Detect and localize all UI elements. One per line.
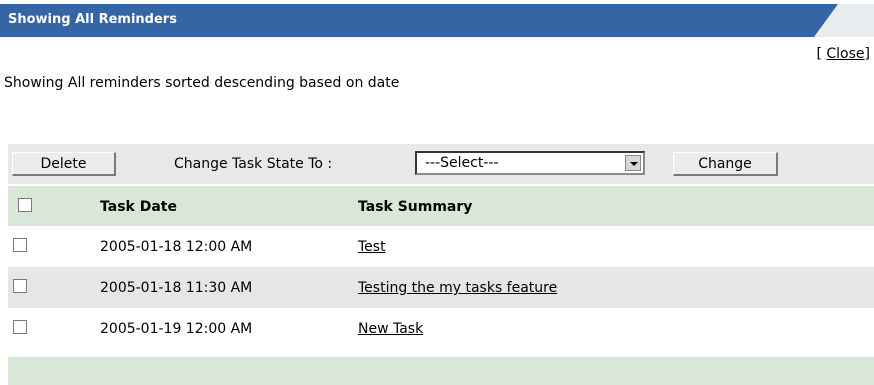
table-row: 2005-01-18 11:30 AM Testing the my tasks… — [8, 267, 874, 308]
table-header-row: Task Date Task Summary — [8, 186, 874, 226]
task-date-cell: 2005-01-18 12:00 AM — [100, 239, 253, 255]
table-row: 2005-01-18 12:00 AM Test — [8, 226, 874, 267]
reminders-table: Task Date Task Summary 2005-01-18 12:00 … — [8, 186, 874, 349]
delete-button[interactable]: Delete — [12, 152, 116, 176]
row-checkbox[interactable] — [13, 238, 27, 252]
close-bracket-open: [ — [816, 46, 827, 62]
close-link[interactable]: Close — [826, 46, 864, 62]
task-state-select-value: ---Select--- — [425, 155, 499, 171]
panel-title: Showing All Reminders — [8, 12, 177, 27]
panel-header: Showing All Reminders — [0, 0, 874, 40]
task-date-cell: 2005-01-19 12:00 AM — [100, 321, 253, 337]
close-bracket-close: ] — [864, 46, 870, 62]
row-checkbox[interactable] — [13, 320, 27, 334]
table-row: 2005-01-19 12:00 AM New Task — [8, 308, 874, 349]
row-checkbox[interactable] — [13, 279, 27, 293]
column-header-task-date: Task Date — [100, 199, 177, 215]
table-footer — [8, 357, 874, 385]
task-state-select[interactable]: ---Select--- — [415, 151, 645, 175]
close-link-wrap: [ Close] — [816, 46, 870, 62]
action-toolbar: Delete Change Task State To : ---Select-… — [8, 144, 874, 184]
select-all-checkbox[interactable] — [18, 198, 32, 212]
column-header-task-summary: Task Summary — [358, 199, 473, 215]
page-subtitle: Showing All reminders sorted descending … — [4, 75, 400, 91]
task-summary-link[interactable]: Test — [358, 239, 386, 255]
change-state-label: Change Task State To : — [174, 156, 333, 172]
task-summary-link[interactable]: New Task — [358, 321, 423, 337]
task-date-cell: 2005-01-18 11:30 AM — [100, 280, 253, 296]
change-button[interactable]: Change — [673, 152, 778, 176]
task-summary-link[interactable]: Testing the my tasks feature — [358, 280, 557, 296]
chevron-down-icon[interactable] — [625, 155, 641, 171]
